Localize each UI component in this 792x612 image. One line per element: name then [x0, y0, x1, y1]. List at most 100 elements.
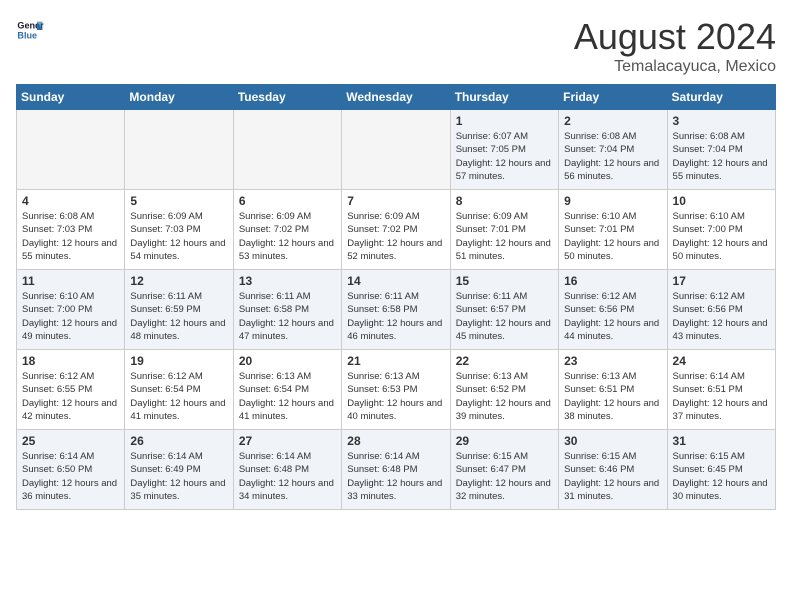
calendar-week-2: 4 Sunrise: 6:08 AM Sunset: 7:03 PM Daylig… [17, 190, 776, 270]
day-number: 16 [564, 274, 661, 288]
calendar-cell: 4 Sunrise: 6:08 AM Sunset: 7:03 PM Daylig… [17, 190, 125, 270]
day-number: 15 [456, 274, 553, 288]
svg-text:Blue: Blue [17, 30, 37, 40]
day-info: Sunrise: 6:14 AM Sunset: 6:48 PM Dayligh… [347, 450, 444, 503]
day-info: Sunrise: 6:15 AM Sunset: 6:46 PM Dayligh… [564, 450, 661, 503]
day-info: Sunrise: 6:15 AM Sunset: 6:47 PM Dayligh… [456, 450, 553, 503]
logo: General Blue [16, 16, 44, 44]
title-block: August 2024 Temalacayuca, Mexico [574, 16, 776, 76]
calendar-body: 1 Sunrise: 6:07 AM Sunset: 7:05 PM Daylig… [17, 110, 776, 510]
calendar-cell [125, 110, 233, 190]
day-info: Sunrise: 6:10 AM Sunset: 7:01 PM Dayligh… [564, 210, 661, 263]
day-info: Sunrise: 6:14 AM Sunset: 6:49 PM Dayligh… [130, 450, 227, 503]
calendar-cell: 8Sunrise: 6:09 AM Sunset: 7:01 PM Daylig… [450, 190, 558, 270]
calendar-cell [17, 110, 125, 190]
day-number: 26 [130, 434, 227, 448]
day-number: 17 [673, 274, 770, 288]
day-number: 21 [347, 354, 444, 368]
day-info: Sunrise: 6:08 AM Sunset: 7:03 PM Dayligh… [22, 210, 119, 263]
day-number: 10 [673, 194, 770, 208]
day-info: Sunrise: 6:10 AM Sunset: 7:00 PM Dayligh… [22, 290, 119, 343]
calendar-cell: 23 Sunrise: 6:13 AM Sunset: 6:51 PM Dayli… [559, 350, 667, 430]
day-info: Sunrise: 6:11 AM Sunset: 6:58 PM Dayligh… [347, 290, 444, 343]
calendar-cell: 18 Sunrise: 6:12 AM Sunset: 6:55 PM Dayli… [17, 350, 125, 430]
calendar-cell [233, 110, 341, 190]
calendar-cell: 13 Sunrise: 6:11 AM Sunset: 6:58 PM Dayli… [233, 270, 341, 350]
calendar-cell: 15Sunrise: 6:11 AM Sunset: 6:57 PM Dayli… [450, 270, 558, 350]
day-number: 5 [130, 194, 227, 208]
day-number: 2 [564, 114, 661, 128]
day-info: Sunrise: 6:13 AM Sunset: 6:52 PM Dayligh… [456, 370, 553, 423]
day-number: 20 [239, 354, 336, 368]
day-info: Sunrise: 6:11 AM Sunset: 6:59 PM Dayligh… [130, 290, 227, 343]
calendar-cell: 19 Sunrise: 6:12 AM Sunset: 6:54 PM Dayli… [125, 350, 233, 430]
day-info: Sunrise: 6:14 AM Sunset: 6:51 PM Dayligh… [673, 370, 770, 423]
day-number: 13 [239, 274, 336, 288]
calendar-cell: 16 Sunrise: 6:12 AM Sunset: 6:56 PM Dayli… [559, 270, 667, 350]
day-number: 31 [673, 434, 770, 448]
calendar-cell: 30Sunrise: 6:15 AM Sunset: 6:46 PM Dayli… [559, 430, 667, 510]
calendar-cell: 3Sunrise: 6:08 AM Sunset: 7:04 PM Daylig… [667, 110, 775, 190]
day-number: 12 [130, 274, 227, 288]
calendar-header-row: SundayMondayTuesdayWednesdayThursdayFrid… [17, 85, 776, 110]
day-number: 22 [456, 354, 553, 368]
day-info: Sunrise: 6:12 AM Sunset: 6:55 PM Dayligh… [22, 370, 119, 423]
calendar-cell: 25Sunrise: 6:14 AM Sunset: 6:50 PM Dayli… [17, 430, 125, 510]
day-info: Sunrise: 6:12 AM Sunset: 6:56 PM Dayligh… [564, 290, 661, 343]
day-header-thursday: Thursday [450, 85, 558, 110]
day-info: Sunrise: 6:11 AM Sunset: 6:58 PM Dayligh… [239, 290, 336, 343]
calendar-cell [342, 110, 450, 190]
calendar-week-1: 1 Sunrise: 6:07 AM Sunset: 7:05 PM Daylig… [17, 110, 776, 190]
calendar-cell: 12 Sunrise: 6:11 AM Sunset: 6:59 PM Dayli… [125, 270, 233, 350]
calendar-cell: 14Sunrise: 6:11 AM Sunset: 6:58 PM Dayli… [342, 270, 450, 350]
day-info: Sunrise: 6:09 AM Sunset: 7:02 PM Dayligh… [347, 210, 444, 263]
calendar-cell: 6Sunrise: 6:09 AM Sunset: 7:02 PM Daylig… [233, 190, 341, 270]
day-info: Sunrise: 6:12 AM Sunset: 6:54 PM Dayligh… [130, 370, 227, 423]
calendar-cell: 26 Sunrise: 6:14 AM Sunset: 6:49 PM Dayli… [125, 430, 233, 510]
day-number: 25 [22, 434, 119, 448]
day-info: Sunrise: 6:08 AM Sunset: 7:04 PM Dayligh… [564, 130, 661, 183]
day-header-wednesday: Wednesday [342, 85, 450, 110]
calendar-cell: 5 Sunrise: 6:09 AM Sunset: 7:03 PM Daylig… [125, 190, 233, 270]
calendar-cell: 27Sunrise: 6:14 AM Sunset: 6:48 PM Dayli… [233, 430, 341, 510]
calendar-week-4: 18 Sunrise: 6:12 AM Sunset: 6:55 PM Dayli… [17, 350, 776, 430]
day-info: Sunrise: 6:13 AM Sunset: 6:53 PM Dayligh… [347, 370, 444, 423]
day-info: Sunrise: 6:07 AM Sunset: 7:05 PM Dayligh… [456, 130, 553, 183]
calendar-cell: 1 Sunrise: 6:07 AM Sunset: 7:05 PM Daylig… [450, 110, 558, 190]
calendar-week-5: 25Sunrise: 6:14 AM Sunset: 6:50 PM Dayli… [17, 430, 776, 510]
day-number: 23 [564, 354, 661, 368]
day-number: 4 [22, 194, 119, 208]
calendar-cell: 17 Sunrise: 6:12 AM Sunset: 6:56 PM Dayli… [667, 270, 775, 350]
day-number: 11 [22, 274, 119, 288]
day-header-saturday: Saturday [667, 85, 775, 110]
day-number: 6 [239, 194, 336, 208]
day-info: Sunrise: 6:13 AM Sunset: 6:54 PM Dayligh… [239, 370, 336, 423]
day-number: 3 [673, 114, 770, 128]
logo-icon: General Blue [16, 16, 44, 44]
day-info: Sunrise: 6:09 AM Sunset: 7:03 PM Dayligh… [130, 210, 227, 263]
calendar-cell: 9 Sunrise: 6:10 AM Sunset: 7:01 PM Daylig… [559, 190, 667, 270]
day-number: 18 [22, 354, 119, 368]
day-number: 29 [456, 434, 553, 448]
calendar-week-3: 11 Sunrise: 6:10 AM Sunset: 7:00 PM Dayli… [17, 270, 776, 350]
day-header-sunday: Sunday [17, 85, 125, 110]
day-info: Sunrise: 6:10 AM Sunset: 7:00 PM Dayligh… [673, 210, 770, 263]
day-info: Sunrise: 6:12 AM Sunset: 6:56 PM Dayligh… [673, 290, 770, 343]
day-number: 1 [456, 114, 553, 128]
day-info: Sunrise: 6:13 AM Sunset: 6:51 PM Dayligh… [564, 370, 661, 423]
day-info: Sunrise: 6:14 AM Sunset: 6:48 PM Dayligh… [239, 450, 336, 503]
month-title: August 2024 [574, 16, 776, 58]
calendar-cell: 22 Sunrise: 6:13 AM Sunset: 6:52 PM Dayli… [450, 350, 558, 430]
day-info: Sunrise: 6:09 AM Sunset: 7:01 PM Dayligh… [456, 210, 553, 263]
page-header: General Blue August 2024 Temalacayuca, M… [16, 16, 776, 76]
calendar-table: SundayMondayTuesdayWednesdayThursdayFrid… [16, 84, 776, 510]
location: Temalacayuca, Mexico [574, 58, 776, 76]
calendar-cell: 7Sunrise: 6:09 AM Sunset: 7:02 PM Daylig… [342, 190, 450, 270]
day-number: 9 [564, 194, 661, 208]
day-number: 24 [673, 354, 770, 368]
calendar-cell: 31Sunrise: 6:15 AM Sunset: 6:45 PM Dayli… [667, 430, 775, 510]
calendar-cell: 24 Sunrise: 6:14 AM Sunset: 6:51 PM Dayli… [667, 350, 775, 430]
calendar-cell: 21 Sunrise: 6:13 AM Sunset: 6:53 PM Dayli… [342, 350, 450, 430]
day-header-monday: Monday [125, 85, 233, 110]
day-number: 19 [130, 354, 227, 368]
